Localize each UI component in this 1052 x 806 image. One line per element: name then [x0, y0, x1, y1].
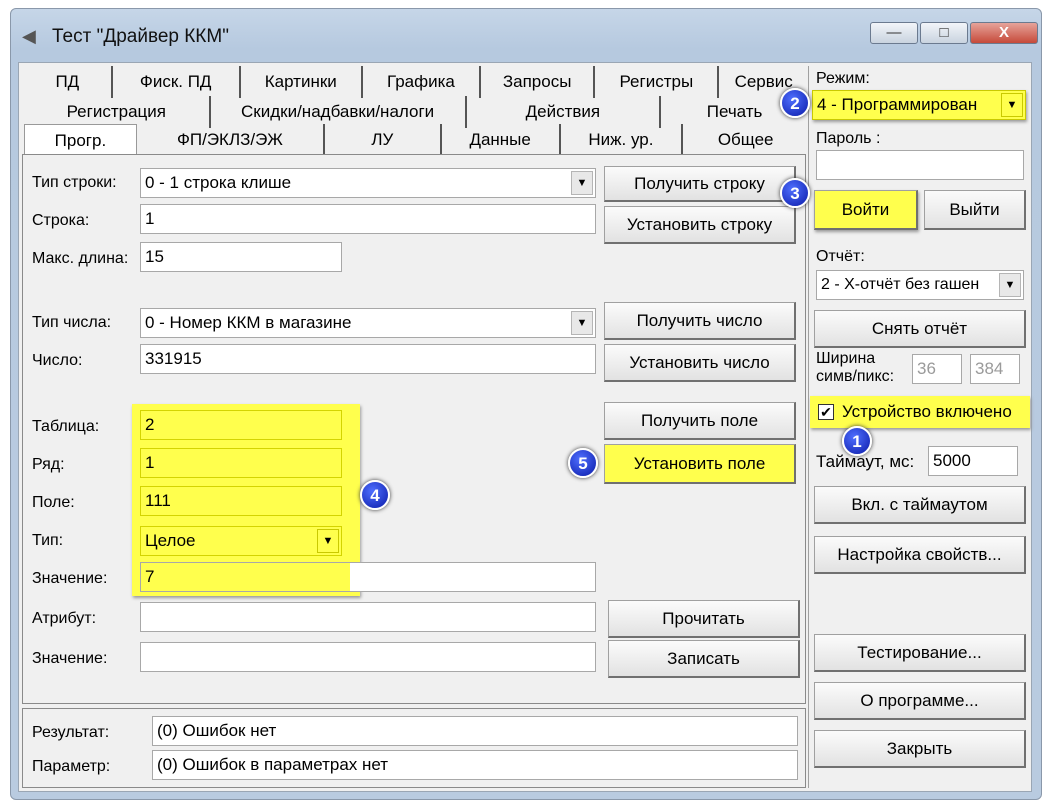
close-window-button[interactable]: X	[970, 22, 1038, 44]
value2-input[interactable]	[140, 642, 596, 672]
result-field: (0) Ошибок нет	[152, 716, 798, 746]
string-type-select[interactable]: 0 - 1 строка клише ▼	[140, 168, 596, 198]
tab-graphics[interactable]: Графика	[363, 66, 482, 98]
parameter-label: Параметр:	[32, 758, 111, 775]
step-badge-3: 3	[780, 178, 810, 208]
checkmark-icon[interactable]: ✔	[818, 404, 834, 420]
step-badge-2: 2	[780, 88, 810, 118]
tab-pd[interactable]: ПД	[24, 66, 113, 98]
number-input[interactable]: 331915	[140, 344, 596, 374]
chevron-down-icon[interactable]: ▼	[317, 529, 339, 553]
attribute-label: Атрибут:	[32, 610, 97, 627]
tab-lu[interactable]: ЛУ	[325, 124, 442, 156]
max-length-input[interactable]: 15	[140, 242, 342, 272]
value-input[interactable]: 7	[140, 562, 596, 592]
chevron-down-icon[interactable]: ▼	[571, 311, 593, 335]
tab-data[interactable]: Данные	[442, 124, 561, 156]
read-button[interactable]: Прочитать	[608, 600, 800, 638]
max-length-label: Макс. длина:	[32, 250, 129, 267]
attribute-input[interactable]	[140, 602, 596, 632]
device-enabled-label: Устройство включено	[842, 402, 1012, 421]
width-px-input[interactable]: 384	[970, 354, 1020, 384]
tab-prog[interactable]: Прогр.	[24, 124, 137, 157]
timeout-label: Таймаут, мс:	[816, 452, 915, 471]
minimize-button[interactable]: —	[870, 22, 918, 44]
about-button[interactable]: О программе...	[814, 682, 1026, 720]
report-label: Отчёт:	[816, 248, 865, 265]
close-button[interactable]: Закрыть	[814, 730, 1026, 768]
table-input[interactable]: 2	[140, 410, 342, 440]
device-enabled-checkbox[interactable]: ✔ Устройство включено	[810, 396, 1030, 428]
app-icon: ◀	[22, 26, 36, 46]
logout-button[interactable]: Выйти	[924, 190, 1026, 230]
table-label: Таблица:	[32, 418, 100, 435]
width-chars-input[interactable]: 36	[912, 354, 962, 384]
tab-low-level[interactable]: Ниж. ур.	[561, 124, 684, 156]
timeout-input[interactable]: 5000	[928, 446, 1018, 476]
step-badge-5: 5	[568, 448, 598, 478]
result-label: Результат:	[32, 724, 110, 741]
row-input[interactable]: 1	[140, 448, 342, 478]
row-label: Ряд:	[32, 456, 65, 473]
get-number-button[interactable]: Получить число	[604, 302, 796, 340]
take-report-button[interactable]: Снять отчёт	[814, 310, 1026, 348]
get-field-button[interactable]: Получить поле	[604, 402, 796, 440]
maximize-button[interactable]: □	[920, 22, 968, 44]
write-button[interactable]: Записать	[608, 640, 800, 678]
type-label: Тип:	[32, 532, 64, 549]
step-badge-4: 4	[360, 480, 390, 510]
step-badge-1: 1	[842, 426, 872, 456]
tab-pictures[interactable]: Картинки	[241, 66, 363, 98]
password-label: Пароль :	[816, 130, 881, 147]
tab-requests[interactable]: Запросы	[481, 66, 596, 98]
tab-row-2: Регистрация Скидки/надбавки/налоги Дейст…	[24, 96, 808, 128]
parameter-field: (0) Ошибок в параметрах нет	[152, 750, 798, 780]
tab-fp-eklz[interactable]: ФП/ЭКЛЗ/ЭЖ	[137, 124, 325, 156]
report-select[interactable]: 2 - Х-отчёт без гашен ▼	[816, 270, 1024, 300]
chevron-down-icon[interactable]: ▼	[999, 273, 1021, 297]
value2-label: Значение:	[32, 650, 108, 667]
mode-select[interactable]: 4 - Программирован ▼	[812, 90, 1026, 120]
enable-timeout-button[interactable]: Вкл. с таймаутом	[814, 486, 1026, 524]
tab-row-1: ПД Фиск. ПД Картинки Графика Запросы Рег…	[24, 66, 808, 98]
tab-fisk-pd[interactable]: Фиск. ПД	[113, 66, 241, 98]
mode-label: Режим:	[816, 70, 870, 87]
string-input[interactable]: 1	[140, 204, 596, 234]
tab-row-3: Прогр. ФП/ЭКЛЗ/ЭЖ ЛУ Данные Ниж. ур. Общ…	[24, 124, 808, 157]
number-label: Число:	[32, 352, 83, 369]
field-label: Поле:	[32, 494, 75, 511]
width-label: Ширина симв/пикс:	[816, 350, 895, 385]
value-label: Значение:	[32, 570, 108, 587]
password-input[interactable]	[816, 150, 1024, 180]
tab-general[interactable]: Общее	[683, 124, 808, 156]
number-type-label: Тип числа:	[32, 314, 112, 331]
field-input[interactable]: 111	[140, 486, 342, 516]
settings-button[interactable]: Настройка свойств...	[814, 536, 1026, 574]
type-select[interactable]: Целое ▼	[140, 526, 342, 556]
string-type-label: Тип строки:	[32, 174, 117, 191]
set-number-button[interactable]: Установить число	[604, 344, 796, 382]
chevron-down-icon[interactable]: ▼	[571, 171, 593, 195]
set-field-button[interactable]: Установить поле	[604, 444, 796, 484]
tab-registers[interactable]: Регистры	[595, 66, 720, 98]
login-button[interactable]: Войти	[814, 190, 918, 230]
right-panel-divider	[808, 66, 809, 788]
number-type-select[interactable]: 0 - Номер ККМ в магазине ▼	[140, 308, 596, 338]
string-label: Строка:	[32, 212, 90, 229]
set-string-button[interactable]: Установить строку	[604, 206, 796, 244]
get-string-button[interactable]: Получить строку	[604, 166, 796, 202]
window-title: Тест "Драйвер ККМ"	[52, 26, 229, 47]
testing-button[interactable]: Тестирование...	[814, 634, 1026, 672]
chevron-down-icon[interactable]: ▼	[1001, 93, 1023, 117]
